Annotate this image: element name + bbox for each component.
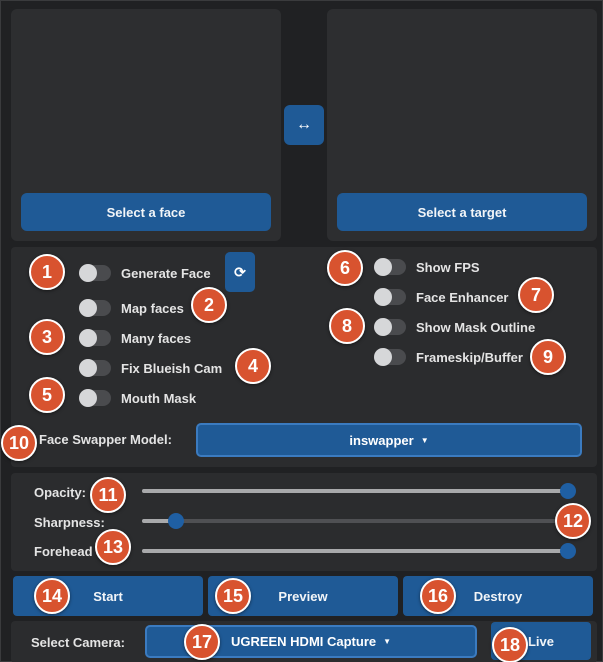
sharpness-slider[interactable] bbox=[142, 511, 568, 531]
slider-thumb[interactable] bbox=[168, 513, 185, 529]
annotation-badge: 6 bbox=[327, 250, 363, 286]
camera-value: UGREEN HDMI Capture bbox=[230, 634, 377, 649]
select-camera-label: Select Camera: bbox=[31, 635, 125, 650]
switch[interactable] bbox=[374, 348, 406, 366]
toggle-map-faces[interactable]: Map faces bbox=[79, 299, 184, 317]
toggle-label: Show FPS bbox=[416, 259, 480, 275]
annotation-badge: 17 bbox=[184, 624, 220, 660]
annotation-badge: 12 bbox=[555, 503, 591, 539]
toggle-show-mask-outline[interactable]: Show Mask Outline bbox=[374, 318, 535, 336]
annotation-badge: 9 bbox=[530, 339, 566, 375]
toggle-label: Fix Blueish Cam bbox=[121, 360, 223, 376]
app-window: Select a face Select a target ↔ Generate… bbox=[0, 0, 603, 662]
forehead-label: Forehead bbox=[34, 544, 93, 559]
annotation-badge: 5 bbox=[29, 377, 65, 413]
toggle-label: Face Enhancer bbox=[416, 289, 509, 305]
slider-thumb[interactable] bbox=[560, 483, 576, 499]
annotation-badge: 10 bbox=[1, 425, 37, 461]
forehead-slider[interactable] bbox=[142, 541, 576, 561]
switch[interactable] bbox=[79, 299, 111, 317]
toggle-label: Generate Face bbox=[121, 265, 211, 281]
toggle-face-enhancer[interactable]: Face Enhancer bbox=[374, 288, 509, 306]
opacity-label: Opacity: bbox=[34, 485, 87, 500]
annotation-badge: 8 bbox=[329, 308, 365, 344]
toggle-label: Frameskip/Buffer bbox=[416, 349, 523, 365]
switch[interactable] bbox=[79, 264, 111, 282]
toggle-mouth-mask[interactable]: Mouth Mask bbox=[79, 389, 196, 407]
toggle-label: Map faces bbox=[121, 300, 184, 316]
face-swapper-model-dropdown[interactable]: inswapper ▼ bbox=[196, 423, 582, 457]
annotation-badge: 18 bbox=[492, 627, 528, 662]
select-face-button[interactable]: Select a face bbox=[21, 193, 271, 231]
toggle-generate-face[interactable]: Generate Face bbox=[79, 264, 211, 282]
toggle-fix-blueish-cam[interactable]: Fix Blueish Cam bbox=[79, 359, 222, 377]
toggle-label: Show Mask Outline bbox=[416, 319, 536, 335]
toggle-label: Mouth Mask bbox=[121, 390, 197, 406]
switch[interactable] bbox=[79, 329, 111, 347]
toggle-many-faces[interactable]: Many faces bbox=[79, 329, 191, 347]
switch[interactable] bbox=[374, 288, 406, 306]
sharpness-label: Sharpness: bbox=[34, 515, 105, 530]
refresh-icon[interactable]: ⟳ bbox=[225, 252, 255, 292]
swap-arrows-icon[interactable]: ↔ bbox=[284, 105, 324, 145]
switch[interactable] bbox=[79, 389, 111, 407]
annotation-badge: 2 bbox=[191, 287, 227, 323]
annotation-badge: 1 bbox=[29, 254, 65, 290]
annotation-badge: 16 bbox=[420, 578, 456, 614]
chevron-down-icon: ▼ bbox=[383, 637, 392, 646]
annotation-badge: 11 bbox=[90, 477, 126, 513]
chevron-down-icon: ▼ bbox=[420, 435, 429, 445]
annotation-badge: 15 bbox=[215, 578, 251, 614]
switch[interactable] bbox=[374, 318, 406, 336]
switch[interactable] bbox=[374, 258, 406, 276]
annotation-badge: 3 bbox=[29, 319, 65, 355]
switch[interactable] bbox=[79, 359, 111, 377]
slider-thumb[interactable] bbox=[560, 543, 576, 559]
toggle-show-fps[interactable]: Show FPS bbox=[374, 258, 480, 276]
model-value: inswapper bbox=[349, 432, 414, 448]
annotation-badge: 14 bbox=[34, 578, 70, 614]
face-swapper-model-label: Face Swapper Model: bbox=[39, 432, 172, 447]
annotation-badge: 4 bbox=[235, 348, 271, 384]
toggle-frameskip-buffer[interactable]: Frameskip/Buffer bbox=[374, 348, 523, 366]
select-target-button[interactable]: Select a target bbox=[337, 193, 587, 231]
opacity-slider[interactable] bbox=[142, 481, 576, 501]
toggle-label: Many faces bbox=[121, 330, 192, 346]
annotation-badge: 13 bbox=[95, 529, 131, 565]
annotation-badge: 7 bbox=[518, 277, 554, 313]
